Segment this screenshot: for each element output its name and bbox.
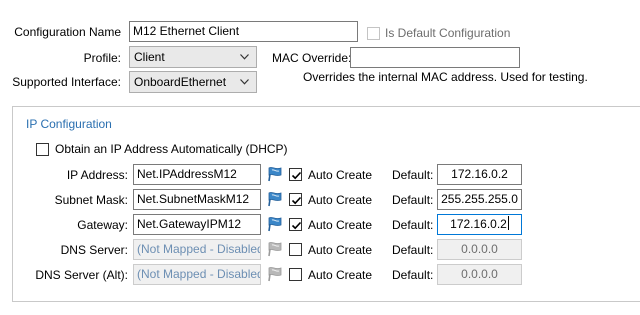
ip-configuration-title: IP Configuration [26, 117, 112, 131]
auto-create-checkbox[interactable] [289, 243, 302, 256]
ip-row-mapping-field[interactable]: Net.IPAddressM12 [133, 164, 261, 185]
configuration-name-label: Configuration Name [14, 25, 121, 39]
ip-row-mapping-field[interactable]: Net.SubnetMaskM12 [133, 189, 261, 210]
configuration-name-input[interactable]: M12 Ethernet Client [129, 21, 358, 42]
checkmark-icon [291, 221, 302, 230]
map-pin-disabled-icon[interactable] [266, 241, 284, 257]
auto-create-label: Auto Create [308, 268, 373, 282]
default-ip-value: 172.16.0.2 [451, 167, 508, 181]
profile-select-value: Client [134, 50, 165, 64]
map-pin-disabled-icon[interactable] [266, 266, 284, 282]
default-ip-value: 172.16.0.2 [450, 217, 507, 231]
auto-create-checkbox[interactable] [289, 193, 302, 206]
is-default-label: Is Default Configuration [385, 26, 511, 40]
ip-row-label: Subnet Mask: [54, 193, 128, 207]
map-pin-icon[interactable] [266, 166, 284, 182]
auto-create-checkbox[interactable] [289, 218, 302, 231]
ip-row-label: DNS Server (Alt): [35, 268, 128, 282]
checkmark-icon [291, 171, 302, 180]
chevron-down-icon [240, 79, 249, 85]
checkmark-icon [291, 196, 302, 205]
default-label: Default: [392, 218, 434, 232]
ip-row-label: IP Address: [66, 168, 128, 182]
default-label: Default: [392, 168, 434, 182]
text-caret [507, 216, 509, 230]
default-ip-value: 0.0.0.0 [461, 242, 498, 256]
default-ip-value: 0.0.0.0 [461, 267, 498, 281]
default-label: Default: [392, 268, 434, 282]
ip-row-mapping-field[interactable]: (Not Mapped - Disabled) [133, 264, 261, 285]
map-pin-icon[interactable] [266, 191, 284, 207]
ip-row-mapping-field[interactable]: Net.GatewayIPM12 [133, 214, 261, 235]
default-ip-field[interactable]: 172.16.0.2 [437, 214, 522, 235]
dhcp-checkbox[interactable] [36, 143, 49, 156]
auto-create-label: Auto Create [308, 168, 373, 182]
default-ip-field[interactable]: 255.255.255.0 [437, 189, 522, 210]
default-ip-field[interactable]: 0.0.0.0 [437, 239, 522, 260]
supported-interface-label: Supported Interface: [12, 75, 121, 89]
ip-row-label: DNS Server: [60, 243, 128, 257]
dhcp-label: Obtain an IP Address Automatically (DHCP… [55, 142, 288, 156]
profile-label: Profile: [83, 51, 121, 65]
supported-interface-value: OnboardEthernet [134, 75, 227, 89]
supported-interface-select[interactable]: OnboardEthernet [129, 71, 257, 93]
default-ip-value: 255.255.255.0 [441, 192, 518, 206]
ip-row-mapping-field[interactable]: (Not Mapped - Disabled) [133, 239, 261, 260]
mac-override-label: MAC Override: [272, 51, 352, 65]
auto-create-label: Auto Create [308, 218, 373, 232]
default-ip-field[interactable]: 0.0.0.0 [437, 264, 522, 285]
auto-create-label: Auto Create [308, 243, 373, 257]
ip-row-label: Gateway: [77, 218, 128, 232]
mac-override-hint: Overrides the internal MAC address. Used… [303, 70, 588, 84]
auto-create-label: Auto Create [308, 193, 373, 207]
map-pin-icon[interactable] [266, 216, 284, 232]
default-label: Default: [392, 193, 434, 207]
default-label: Default: [392, 243, 434, 257]
mac-override-input[interactable] [350, 47, 520, 68]
chevron-down-icon [240, 54, 249, 60]
auto-create-checkbox[interactable] [289, 268, 302, 281]
auto-create-checkbox[interactable] [289, 168, 302, 181]
default-ip-field[interactable]: 172.16.0.2 [437, 164, 522, 185]
is-default-checkbox[interactable] [367, 27, 380, 40]
profile-select[interactable]: Client [129, 46, 257, 68]
